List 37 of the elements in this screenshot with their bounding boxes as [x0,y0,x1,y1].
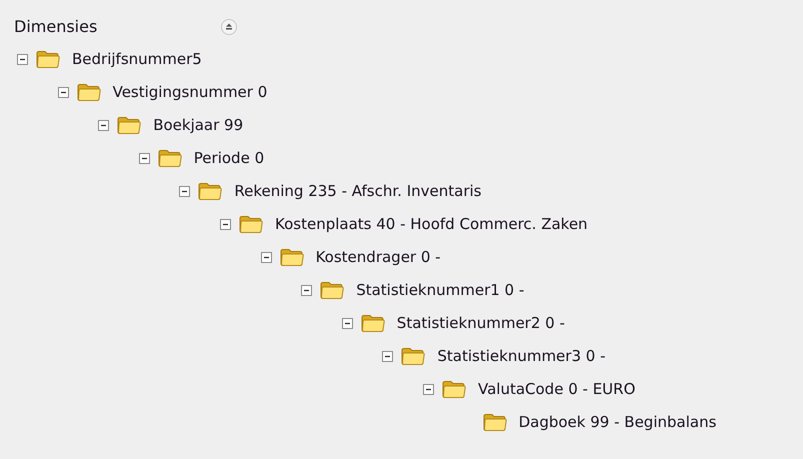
folder-icon [482,413,507,431]
tree-item[interactable]: Boekjaar 99 [153,116,244,134]
tree-item[interactable]: ValutaCode 0 - EURO [478,380,636,398]
collapse-icon[interactable] [260,252,272,262]
folder-icon [239,215,263,233]
folder-icon [158,149,182,167]
tree-item[interactable]: Statistieknummer3 0 - [437,347,606,365]
collapse-icon[interactable] [17,54,28,64]
collapse-icon[interactable] [423,384,434,394]
tree-item[interactable]: Dagboek 99 - Beginbalans [518,413,716,431]
collapse-icon[interactable] [98,120,110,130]
collapse-icon[interactable] [179,186,190,196]
folder-icon [117,116,142,134]
collapse-icon[interactable] [342,318,353,328]
folder-icon [76,83,101,101]
tree-item[interactable]: Kostendrager 0 - [316,248,441,266]
folder-icon [36,50,60,68]
tree-item[interactable]: Kostenplaats 40 - Hoofd Commerc. Zaken [275,215,588,233]
panel-title: Dimensies [14,19,98,35]
folder-icon [442,380,466,398]
collapse-icon[interactable] [58,86,69,98]
tree-item[interactable]: Periode 0 [194,149,264,167]
folder-icon [320,281,344,299]
collapse-icon[interactable] [301,284,312,296]
tree-item[interactable]: Bedrijfsnummer5 [72,50,202,68]
collapse-icon[interactable] [382,350,394,362]
folder-icon [280,248,304,266]
tree-item[interactable]: Statistieknummer1 0 - [356,281,524,299]
tree-item[interactable]: Rekening 235 - Afschr. Inventaris [234,182,482,200]
tree-item[interactable]: Vestigingsnummer 0 [112,83,268,101]
folder-icon [401,347,426,365]
collapse-icon[interactable] [138,152,150,164]
collapse-icon[interactable] [220,218,231,230]
folder-icon [198,182,222,200]
eject-icon[interactable] [221,19,237,35]
folder-icon [360,314,385,332]
tree-item[interactable]: Statistieknummer2 0 - [396,314,565,332]
